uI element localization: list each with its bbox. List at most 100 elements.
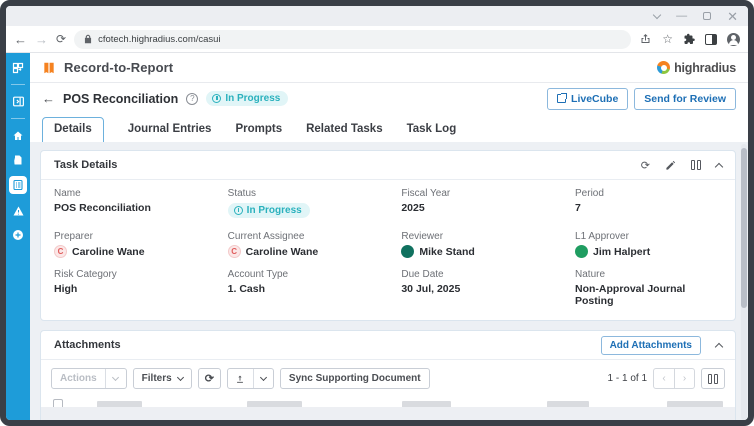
field-name: Name POS Reconciliation — [54, 188, 151, 214]
field-risk-category: Risk Category High — [54, 269, 117, 295]
record-to-report-logo-icon — [44, 62, 54, 73]
send-for-review-button[interactable]: Send for Review — [634, 87, 736, 110]
upload-button[interactable] — [226, 368, 274, 389]
status-badge: In Progress — [227, 203, 310, 218]
filters-button[interactable]: Filters — [132, 368, 192, 389]
vertical-scrollbar[interactable] — [741, 144, 747, 420]
side-panel-icon[interactable] — [705, 33, 717, 45]
field-current-assignee: Current Assignee C Caroline Wane — [227, 231, 319, 258]
field-preparer: Preparer C Caroline Wane — [54, 231, 145, 258]
share-icon[interactable] — [639, 33, 652, 45]
field-period: Period 7 — [575, 188, 604, 214]
url-text: cfotech.highradius.com/casui — [98, 33, 221, 45]
actions-button[interactable]: Actions — [51, 368, 127, 389]
app-title: Record-to-Report — [64, 60, 174, 75]
task-details-title: Task Details — [54, 159, 118, 171]
attachments-toolbar: Actions Filters ⟳ Sync Supporting Docume… — [41, 360, 735, 397]
edit-icon[interactable] — [665, 160, 676, 171]
scrollbar-thumb[interactable] — [741, 148, 747, 308]
home-icon[interactable] — [11, 128, 26, 143]
field-account-type: Account Type 1. Cash — [227, 269, 289, 295]
profile-avatar-icon[interactable] — [727, 32, 740, 46]
tab-prompts[interactable]: Prompts — [235, 118, 282, 142]
highradius-logo-icon — [657, 61, 671, 74]
clock-icon — [233, 206, 243, 215]
window-titlebar: — ✕ — [6, 6, 748, 26]
field-due-date: Due Date 30 Jul, 2025 — [401, 269, 461, 295]
external-link-icon — [557, 93, 568, 103]
field-l1-approver: L1 Approver Jim Halpert — [575, 231, 651, 258]
upload-icon — [236, 375, 243, 383]
plus-circle-icon[interactable] — [11, 227, 26, 242]
document-icon[interactable] — [11, 152, 26, 167]
extensions-icon[interactable] — [683, 33, 695, 45]
warning-triangle-icon[interactable] — [11, 203, 26, 218]
browser-toolbar: ← → ⟳ cfotech.highradius.com/casui ☆ — [6, 26, 748, 53]
refresh-icon[interactable]: ⟳ — [641, 159, 650, 172]
tab-task-log[interactable]: Task Log — [407, 118, 457, 142]
maximize-icon[interactable] — [703, 12, 712, 20]
reload-icon[interactable]: ⟳ — [56, 33, 66, 45]
task-details-card: Task Details ⟳ Name POS Reconciliation S… — [40, 150, 736, 321]
task-details-fields: Name POS Reconciliation Status In Progre… — [41, 180, 735, 320]
lock-icon — [84, 34, 92, 44]
attachments-table-band — [41, 407, 735, 420]
help-icon[interactable]: ? — [186, 92, 199, 105]
page-content: Task Details ⟳ Name POS Reconciliation S… — [30, 142, 748, 420]
browser-window: — ✕ ← → ⟳ cfotech.highradius.com/casui ☆ — [0, 0, 754, 426]
highradius-logo-text: highradius — [674, 60, 736, 75]
attachments-card: Attachments Add Attachments Actions Filt… — [40, 330, 736, 420]
tab-related-tasks[interactable]: Related Tasks — [306, 118, 383, 142]
apps-grid-icon[interactable] — [11, 60, 26, 75]
clock-icon — [212, 94, 222, 103]
bookmark-star-icon[interactable]: ☆ — [662, 32, 673, 46]
sidebar-divider — [11, 84, 25, 85]
chevron-down-icon — [176, 373, 184, 382]
close-icon[interactable]: ✕ — [727, 10, 738, 23]
tab-journal-entries[interactable]: Journal Entries — [128, 118, 212, 142]
pagination-label: 1 - 1 of 1 — [607, 373, 647, 384]
status-badge: In Progress — [206, 91, 289, 106]
chevron-down-icon — [111, 373, 119, 382]
tab-details[interactable]: Details — [42, 117, 104, 143]
forward-icon[interactable]: → — [35, 33, 48, 46]
sync-supporting-document-button[interactable]: Sync Supporting Document — [279, 368, 430, 389]
attachments-title: Attachments — [54, 339, 121, 351]
avatar: C — [227, 245, 241, 258]
back-icon[interactable]: ← — [14, 33, 27, 46]
avatar — [401, 245, 415, 258]
columns-icon[interactable] — [691, 160, 701, 170]
add-attachments-button[interactable]: Add Attachments — [600, 335, 701, 355]
field-reviewer: Reviewer Mike Stand — [401, 231, 475, 258]
page-prev-icon[interactable]: ‹ — [654, 369, 674, 388]
refresh-icon: ⟳ — [204, 373, 214, 385]
field-fiscal-year: Fiscal Year 2025 — [401, 188, 451, 214]
select-all-checkbox[interactable] — [53, 399, 63, 407]
collapse-icon[interactable] — [714, 162, 724, 171]
app-sidebar — [6, 53, 30, 420]
sidebar-divider — [11, 118, 25, 119]
field-status: Status In Progress — [227, 188, 402, 220]
columns-button[interactable] — [701, 368, 725, 389]
refresh-button[interactable]: ⟳ — [197, 368, 221, 389]
page-next-icon[interactable]: › — [674, 369, 694, 388]
app-header: Record-to-Report highradius — [30, 53, 748, 83]
avatar — [575, 245, 589, 258]
page-title: POS Reconciliation — [63, 91, 179, 106]
attachments-table-header-cropped — [41, 397, 735, 407]
window-menu-icon[interactable] — [652, 10, 662, 19]
livecube-button[interactable]: LiveCube — [547, 87, 629, 110]
back-arrow-icon[interactable]: ← — [42, 91, 55, 106]
status-badge-label: In Progress — [225, 93, 281, 104]
address-bar[interactable]: cfotech.highradius.com/casui — [74, 29, 632, 49]
chevron-down-icon — [259, 373, 267, 382]
sidebar-item-tasks-active[interactable] — [9, 176, 27, 194]
field-nature: Nature Non-Approval Journal Posting — [575, 269, 686, 307]
avatar: C — [54, 245, 67, 258]
highradius-logo: highradius — [657, 61, 736, 75]
collapse-icon[interactable] — [714, 342, 724, 351]
page-header: ← POS Reconciliation ? In Progress LiveC… — [30, 83, 748, 114]
tab-bar: Details Journal Entries Prompts Related … — [30, 114, 748, 143]
panel-toggle-icon[interactable] — [11, 94, 26, 109]
minimize-icon[interactable]: — — [676, 10, 687, 22]
